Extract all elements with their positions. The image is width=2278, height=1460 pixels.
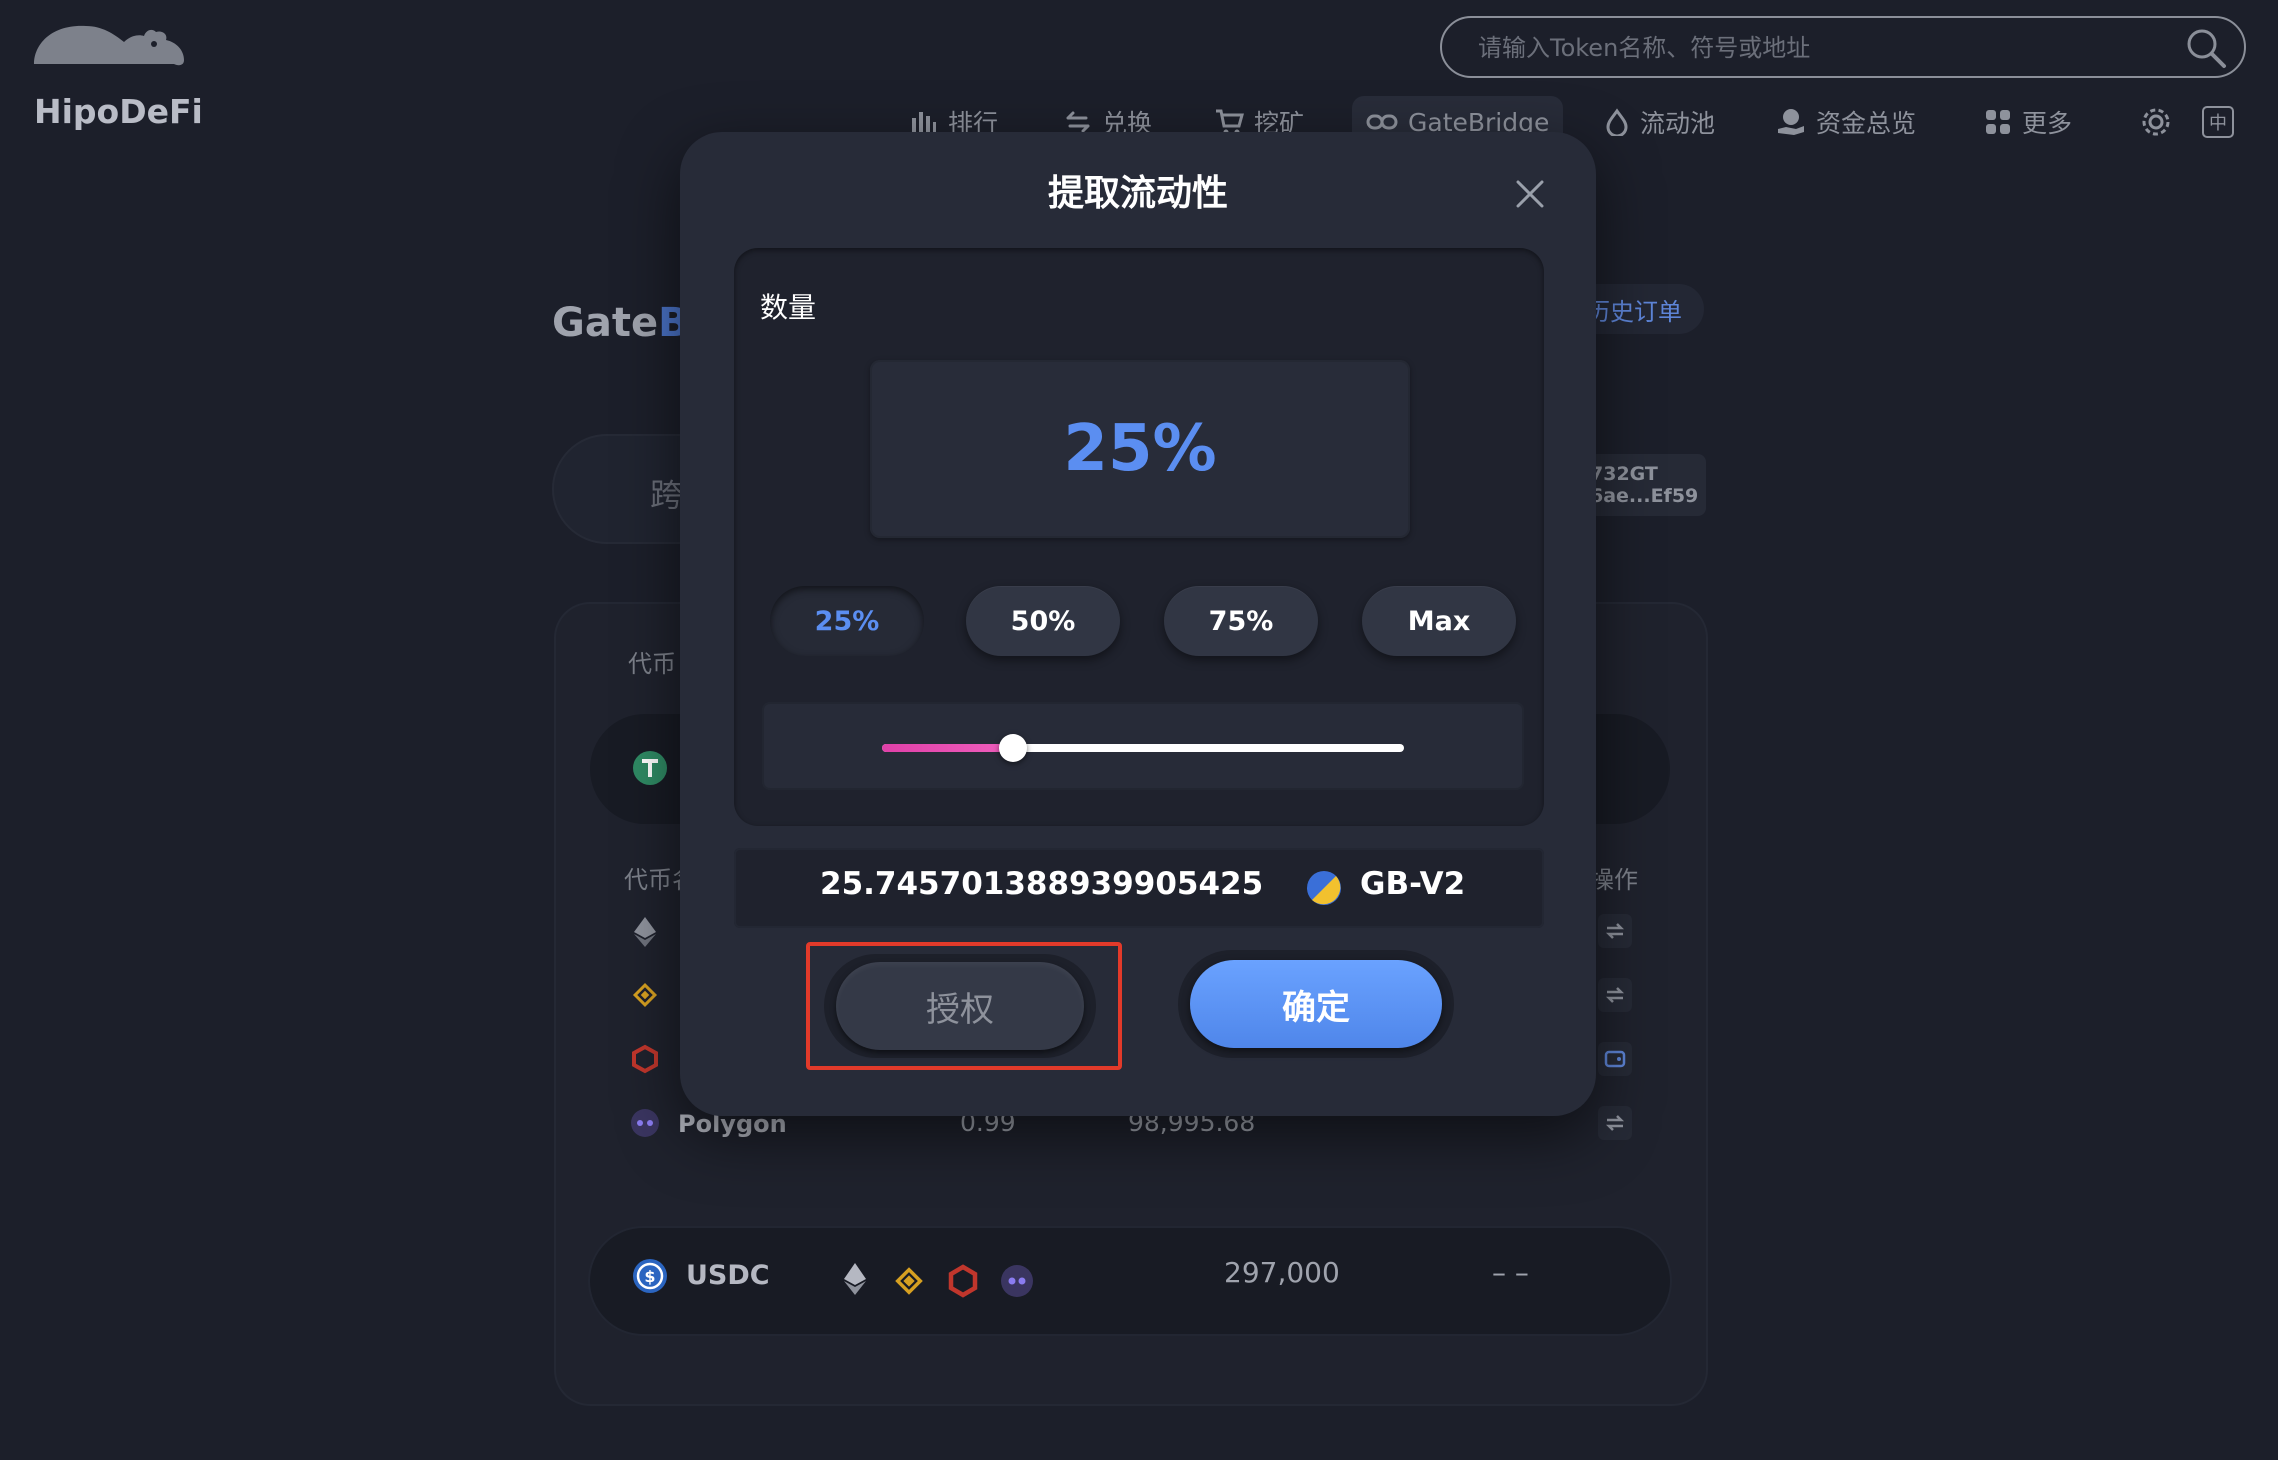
polygon-icon (1000, 1264, 1034, 1302)
nav-label: 更多 (2022, 109, 2073, 138)
hippo-logo-icon[interactable] (28, 20, 198, 68)
drop-icon (1606, 108, 1628, 136)
amount-label: 数量 (760, 291, 817, 324)
slider-fill (882, 744, 1013, 752)
account-address: 6ae...Ef59 (1590, 485, 1699, 507)
column-header-operation: 操作 (1590, 866, 1638, 894)
percent-display: 25% (870, 360, 1410, 538)
ethereum-icon (632, 916, 658, 952)
money-hand-icon (1778, 109, 1804, 135)
search-icon[interactable] (2184, 26, 2228, 74)
column-header-token: 代币 (628, 650, 676, 678)
usdc-value: 297,000 (1224, 1256, 1340, 1289)
preset-50-button[interactable]: 50% (966, 586, 1120, 656)
gear-icon[interactable] (2140, 106, 2172, 142)
slider-handle[interactable] (998, 734, 1027, 762)
close-icon[interactable] (1510, 174, 1550, 214)
wallet-icon[interactable] (1598, 1042, 1632, 1076)
bnb-icon (892, 1264, 926, 1302)
ethereum-icon (842, 1262, 868, 1300)
bnb-icon (630, 980, 660, 1014)
tether-icon (632, 750, 668, 790)
search-input[interactable] (1478, 30, 2158, 66)
svg-text:$: $ (644, 1267, 655, 1286)
polygon-icon (630, 1108, 660, 1142)
nav-label: 流动池 (1640, 109, 1716, 138)
transfer-icon[interactable] (1598, 1106, 1632, 1140)
modal-title: 提取流动性 (1047, 173, 1228, 214)
confirm-button[interactable]: 确定 (1190, 960, 1442, 1048)
bridge-tab-label: 跨 (650, 476, 683, 514)
lp-token-name: GB-V2 (1360, 866, 1466, 902)
transfer-icon[interactable] (1598, 914, 1632, 948)
heco-icon (946, 1264, 980, 1302)
usdc-dash: – – (1492, 1256, 1529, 1289)
withdraw-amount: 25.745701388939905425 (820, 866, 1264, 902)
link-icon (1366, 114, 1398, 130)
usdc-icon: $ (632, 1258, 668, 1298)
heco-icon (630, 1044, 660, 1078)
preset-25-button[interactable]: 25% (770, 586, 924, 656)
usdc-name: USDC (686, 1260, 770, 1291)
page-title-part1: Gate (552, 300, 659, 346)
approve-button[interactable]: 授权 (836, 962, 1084, 1050)
transfer-icon[interactable] (1598, 978, 1632, 1012)
nav-item-more[interactable]: 更多 (1970, 96, 2086, 148)
lp-token-icon (1306, 870, 1342, 910)
language-toggle[interactable]: 中 (2202, 106, 2234, 138)
account-balance: 732GT (1590, 463, 1658, 485)
logo-text[interactable]: HipoDeFi (34, 92, 203, 131)
nav-label: 资金总览 (1816, 109, 1917, 138)
grid-icon (1986, 110, 2010, 134)
search-bar (1440, 16, 2246, 78)
nav-item-pool[interactable]: 流动池 (1590, 96, 1729, 148)
nav-item-assets[interactable]: 资金总览 (1762, 96, 1930, 148)
preset-max-button[interactable]: Max (1362, 586, 1516, 656)
preset-75-button[interactable]: 75% (1164, 586, 1318, 656)
